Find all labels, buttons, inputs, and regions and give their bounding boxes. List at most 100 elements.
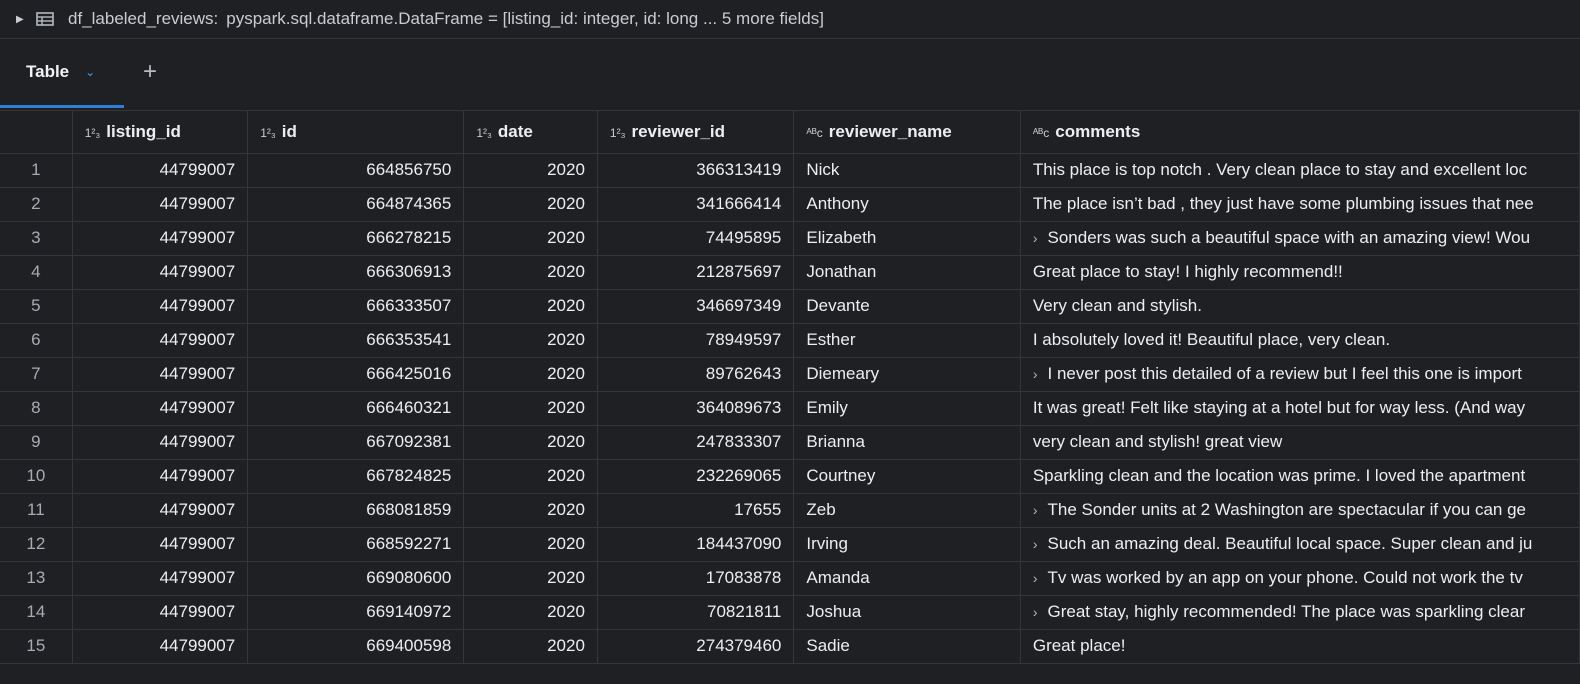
cell-listing-id[interactable]: 44799007 (72, 527, 249, 562)
cell-reviewer-name[interactable]: Amanda (793, 561, 1021, 596)
column-header-listing-id[interactable]: 1²₃ listing_id (72, 111, 249, 154)
cell-listing-id[interactable]: 44799007 (72, 289, 249, 324)
cell-reviewer-name[interactable]: Sadie (793, 629, 1021, 664)
cell-comments[interactable]: › Sonders was such a beautiful space with… (1020, 221, 1580, 256)
cell-comments[interactable]: Great place to stay! I highly recommend!… (1020, 255, 1580, 290)
expand-chevron-icon[interactable]: › (1033, 604, 1038, 620)
cell-reviewer-name[interactable]: Emily (793, 391, 1021, 426)
cell-comments[interactable]: › Great stay, highly recommended! The pla… (1020, 595, 1580, 630)
add-tab-button[interactable]: + (143, 58, 157, 86)
tab-table[interactable]: Table ⌄ (0, 38, 124, 108)
cell-listing-id[interactable]: 44799007 (72, 221, 249, 256)
expand-caret-icon[interactable]: ▶ (16, 14, 28, 25)
cell-listing-id[interactable]: 44799007 (72, 187, 249, 222)
cell-reviewer-name[interactable]: Irving (793, 527, 1021, 562)
cell-comments[interactable]: › Such an amazing deal. Beautiful local s… (1020, 527, 1580, 562)
column-header-reviewer-name[interactable]: ᴬᴮc reviewer_name (793, 111, 1021, 154)
cell-listing-id[interactable]: 44799007 (72, 255, 249, 290)
cell-reviewer-id[interactable]: 364089673 (597, 391, 795, 426)
cell-date[interactable]: 2020 (463, 629, 598, 664)
cell-reviewer-id[interactable]: 78949597 (597, 323, 795, 358)
cell-date[interactable]: 2020 (463, 153, 598, 188)
cell-reviewer-id[interactable]: 70821811 (597, 595, 795, 630)
cell-date[interactable]: 2020 (463, 527, 598, 562)
cell-listing-id[interactable]: 44799007 (72, 153, 249, 188)
column-header-comments[interactable]: ᴬᴮc comments (1020, 111, 1580, 154)
cell-id[interactable]: 669080600 (247, 561, 465, 596)
cell-reviewer-name[interactable]: Zeb (793, 493, 1021, 528)
expand-chevron-icon[interactable]: › (1033, 502, 1038, 518)
cell-id[interactable]: 667824825 (247, 459, 465, 494)
cell-listing-id[interactable]: 44799007 (72, 595, 249, 630)
cell-date[interactable]: 2020 (463, 595, 598, 630)
cell-comments[interactable]: The place isn’t bad , they just have som… (1020, 187, 1580, 222)
cell-id[interactable]: 666425016 (247, 357, 465, 392)
cell-id[interactable]: 666460321 (247, 391, 465, 426)
cell-id[interactable]: 666353541 (247, 323, 465, 358)
cell-reviewer-id[interactable]: 366313419 (597, 153, 795, 188)
cell-date[interactable]: 2020 (463, 357, 598, 392)
cell-listing-id[interactable]: 44799007 (72, 561, 249, 596)
cell-id[interactable]: 667092381 (247, 425, 465, 460)
cell-id[interactable]: 669140972 (247, 595, 465, 630)
cell-comments[interactable]: Great place! (1020, 629, 1580, 664)
cell-listing-id[interactable]: 44799007 (72, 459, 249, 494)
cell-date[interactable]: 2020 (463, 493, 598, 528)
cell-date[interactable]: 2020 (463, 255, 598, 290)
cell-reviewer-name[interactable]: Devante (793, 289, 1021, 324)
cell-reviewer-id[interactable]: 212875697 (597, 255, 795, 290)
cell-reviewer-name[interactable]: Nick (793, 153, 1021, 188)
cell-reviewer-name[interactable]: Courtney (793, 459, 1021, 494)
cell-reviewer-id[interactable]: 274379460 (597, 629, 795, 664)
cell-reviewer-id[interactable]: 17655 (597, 493, 795, 528)
expand-chevron-icon[interactable]: › (1033, 230, 1038, 246)
cell-date[interactable]: 2020 (463, 221, 598, 256)
cell-id[interactable]: 668592271 (247, 527, 465, 562)
chevron-down-icon[interactable]: ⌄ (85, 65, 95, 79)
expand-chevron-icon[interactable]: › (1033, 570, 1038, 586)
expand-chevron-icon[interactable]: › (1033, 366, 1038, 382)
cell-listing-id[interactable]: 44799007 (72, 323, 249, 358)
cell-comments[interactable]: › Tv was worked by an app on your phone. … (1020, 561, 1580, 596)
cell-comments[interactable]: This place is top notch . Very clean pla… (1020, 153, 1580, 188)
cell-id[interactable]: 666333507 (247, 289, 465, 324)
cell-comments[interactable]: Very clean and stylish. (1020, 289, 1580, 324)
column-header-reviewer-id[interactable]: 1²₃ reviewer_id (597, 111, 795, 154)
cell-listing-id[interactable]: 44799007 (72, 425, 249, 460)
cell-date[interactable]: 2020 (463, 289, 598, 324)
cell-date[interactable]: 2020 (463, 561, 598, 596)
cell-reviewer-id[interactable]: 346697349 (597, 289, 795, 324)
expand-chevron-icon[interactable]: › (1033, 536, 1038, 552)
cell-id[interactable]: 669400598 (247, 629, 465, 664)
cell-reviewer-name[interactable]: Jonathan (793, 255, 1021, 290)
cell-reviewer-name[interactable]: Elizabeth (793, 221, 1021, 256)
cell-comments[interactable]: very clean and stylish! great view (1020, 425, 1580, 460)
cell-id[interactable]: 668081859 (247, 493, 465, 528)
cell-reviewer-name[interactable]: Anthony (793, 187, 1021, 222)
cell-id[interactable]: 664856750 (247, 153, 465, 188)
cell-date[interactable]: 2020 (463, 425, 598, 460)
cell-reviewer-name[interactable]: Esther (793, 323, 1021, 358)
cell-reviewer-name[interactable]: Joshua (793, 595, 1021, 630)
cell-reviewer-id[interactable]: 74495895 (597, 221, 795, 256)
cell-reviewer-id[interactable]: 89762643 (597, 357, 795, 392)
cell-comments[interactable]: Sparkling clean and the location was pri… (1020, 459, 1580, 494)
cell-reviewer-id[interactable]: 17083878 (597, 561, 795, 596)
cell-reviewer-id[interactable]: 247833307 (597, 425, 795, 460)
column-header-date[interactable]: 1²₃ date (463, 111, 598, 154)
cell-reviewer-name[interactable]: Brianna (793, 425, 1021, 460)
cell-date[interactable]: 2020 (463, 187, 598, 222)
cell-date[interactable]: 2020 (463, 459, 598, 494)
cell-reviewer-id[interactable]: 232269065 (597, 459, 795, 494)
cell-listing-id[interactable]: 44799007 (72, 629, 249, 664)
cell-reviewer-id[interactable]: 184437090 (597, 527, 795, 562)
cell-reviewer-id[interactable]: 341666414 (597, 187, 795, 222)
cell-comments[interactable]: › The Sonder units at 2 Washington are sp… (1020, 493, 1580, 528)
cell-listing-id[interactable]: 44799007 (72, 391, 249, 426)
column-header-id[interactable]: 1²₃ id (247, 111, 465, 154)
cell-id[interactable]: 666278215 (247, 221, 465, 256)
cell-comments[interactable]: It was great! Felt like staying at a hot… (1020, 391, 1580, 426)
cell-reviewer-name[interactable]: Diemeary (793, 357, 1021, 392)
cell-date[interactable]: 2020 (463, 323, 598, 358)
cell-comments[interactable]: I absolutely loved it! Beautiful place, … (1020, 323, 1580, 358)
